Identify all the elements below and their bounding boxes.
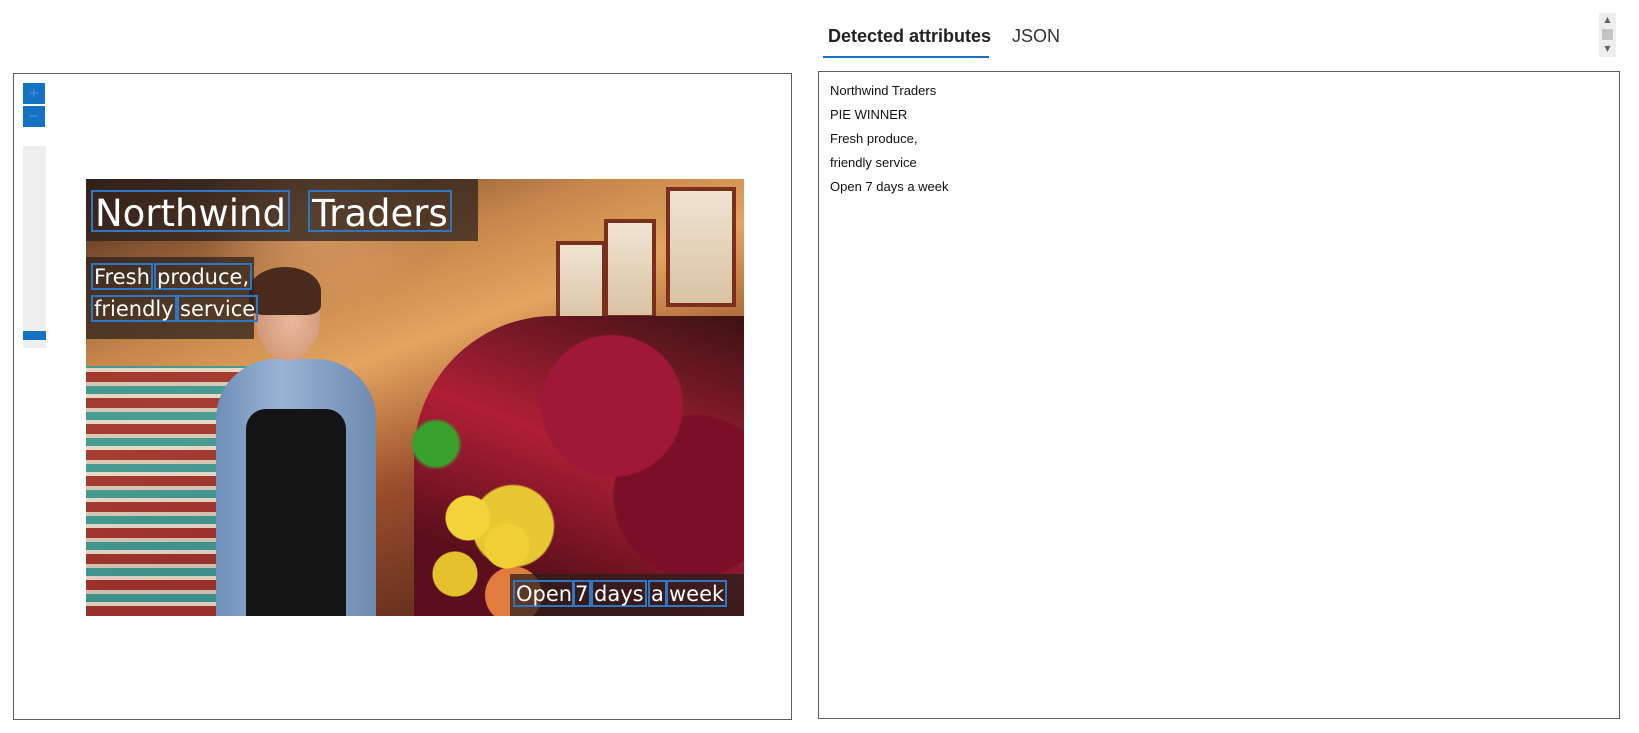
page: + − Northwind Traders Fresh produce, fri… xyxy=(0,0,1639,733)
worker-hair xyxy=(249,267,321,315)
word-box: friendly xyxy=(91,295,177,322)
worker-apron xyxy=(246,409,346,616)
word-box: 7 xyxy=(572,580,592,607)
analyzed-image: Northwind Traders Fresh produce, friendl… xyxy=(86,179,744,616)
zoom-out-button[interactable]: − xyxy=(23,106,45,127)
wall-sign xyxy=(556,241,606,327)
scroll-up-icon[interactable]: ▲ xyxy=(1599,15,1616,25)
result-line: Fresh produce, xyxy=(830,131,918,146)
result-line: friendly service xyxy=(830,155,917,170)
detected-attributes-panel: Northwind Traders PIE WINNER Fresh produ… xyxy=(818,71,1620,719)
zoom-in-button[interactable]: + xyxy=(23,83,45,104)
word-box: Northwind xyxy=(91,190,290,232)
word-box: a xyxy=(648,580,667,607)
result-line: PIE WINNER xyxy=(830,107,908,122)
scroll-down-icon[interactable]: ▼ xyxy=(1599,44,1616,54)
page-scrollbar[interactable]: ▲ ▼ xyxy=(1599,13,1616,57)
minus-icon: − xyxy=(28,109,40,124)
pie-winner-sign xyxy=(666,187,736,307)
wall-sign xyxy=(604,219,656,319)
image-viewer[interactable]: + − Northwind Traders Fresh produce, fri… xyxy=(13,73,792,720)
word-box: Fresh xyxy=(91,263,153,290)
tab-json[interactable]: JSON xyxy=(1012,18,1060,58)
tab-detected-attributes[interactable]: Detected attributes xyxy=(823,18,991,58)
plus-icon: + xyxy=(28,86,40,101)
scrollbar-thumb[interactable] xyxy=(1602,29,1613,40)
result-line: Open 7 days a week xyxy=(830,179,949,194)
word-box: Traders xyxy=(308,190,452,232)
word-box: week xyxy=(666,580,728,607)
word-box: produce, xyxy=(154,263,253,290)
zoom-slider-thumb[interactable] xyxy=(23,331,46,340)
zoom-slider[interactable] xyxy=(23,146,46,348)
result-line: Northwind Traders xyxy=(830,83,937,98)
word-box: Open xyxy=(513,580,576,607)
word-box: service xyxy=(177,295,259,322)
green-peppers xyxy=(406,419,466,469)
word-box: days xyxy=(591,580,647,607)
